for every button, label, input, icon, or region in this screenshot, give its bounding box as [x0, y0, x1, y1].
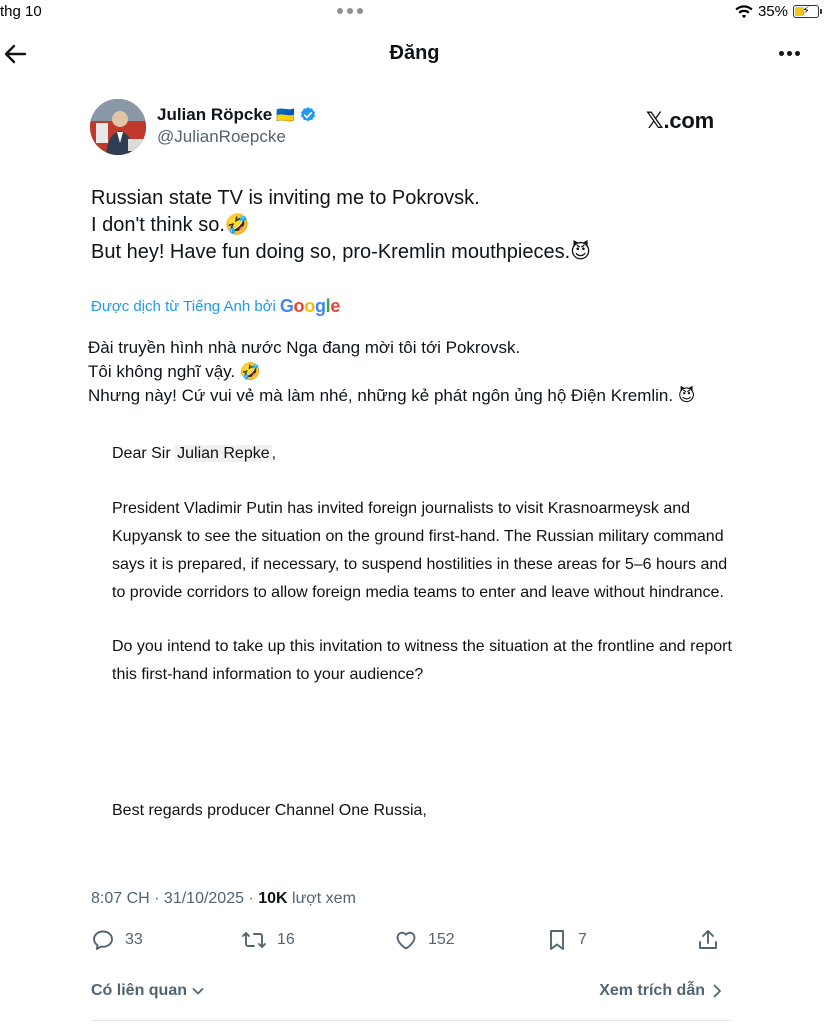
- related-dropdown[interactable]: Có liên quan: [91, 982, 205, 1000]
- repost-icon: [242, 932, 266, 948]
- tweet-actions: 33 16 152 7: [91, 928, 731, 958]
- like-icon: [396, 931, 416, 950]
- status-bar: thg 10 35% ⚡: [0, 0, 829, 26]
- views-label: lượt xem: [287, 890, 356, 907]
- tweet-author: Julian Röpcke 🇺🇦 @JulianRoepcke 𝕏.com: [90, 96, 730, 156]
- translated-line: Tôi không nghĩ vậy. 🤣: [88, 362, 261, 381]
- tweet-text: Russian state TV is inviting me to Pokro…: [91, 185, 731, 266]
- repost-count: 16: [277, 931, 295, 948]
- author-name-row[interactable]: Julian Röpcke 🇺🇦: [157, 105, 317, 125]
- letter-image[interactable]: Dear Sir Julian Repke, President Vladimi…: [112, 440, 732, 825]
- letter-paragraph-1: President Vladimir Putin has invited for…: [112, 500, 728, 601]
- translation-note-text: Được dịch từ Tiếng Anh bởi: [91, 298, 276, 315]
- chevron-down-icon: [192, 988, 204, 995]
- translated-text: Đài truyền hình nhà nước Nga đang mời tô…: [88, 336, 768, 408]
- letter-greeting: Dear Sir Julian Repke,: [112, 445, 277, 462]
- top-navigation: Đăng: [0, 30, 829, 78]
- like-button[interactable]: 152: [394, 928, 455, 952]
- tweet-line: I don't think so.🤣: [91, 214, 250, 236]
- divider: [91, 1020, 731, 1021]
- chevron-right-icon: [713, 984, 721, 998]
- bookmark-icon: [550, 930, 564, 950]
- verified-badge-icon: [300, 107, 316, 122]
- view-quotes-link[interactable]: Xem trích dẫn: [599, 982, 723, 1000]
- letter-name: Julian Repke: [175, 445, 272, 462]
- tweet-line: Russian state TV is inviting me to Pokro…: [91, 187, 480, 209]
- related-label: Có liên quan: [91, 982, 187, 999]
- bookmark-count: 7: [578, 931, 587, 948]
- reply-button[interactable]: 33: [91, 928, 143, 952]
- tweet-footer: Có liên quan Xem trích dẫn: [91, 980, 731, 1004]
- letter-signoff: Best regards producer Channel One Russia…: [112, 802, 427, 819]
- multitask-dots[interactable]: [337, 8, 363, 14]
- status-right: 35% ⚡: [735, 3, 822, 20]
- translation-note[interactable]: Được dịch từ Tiếng Anh bởi Google: [91, 296, 340, 317]
- source-watermark: 𝕏.com: [645, 108, 714, 133]
- letter-paragraph-2: Do you intend to take up this invitation…: [112, 638, 732, 683]
- tweet-line: But hey! Have fun doing so, pro-Kremlin …: [91, 241, 591, 263]
- share-button[interactable]: [696, 928, 720, 952]
- battery-icon: ⚡: [793, 5, 822, 18]
- like-count: 152: [428, 931, 455, 948]
- reply-icon: [93, 930, 113, 950]
- translated-line: Nhưng này! Cứ vui vẻ mà làm nhé, những k…: [88, 386, 696, 405]
- page-title: Đăng: [389, 42, 440, 64]
- google-logo: Google: [279, 296, 341, 316]
- quotes-label: Xem trích dẫn: [599, 982, 705, 999]
- flag-emoji: 🇺🇦: [276, 107, 295, 124]
- more-icon: [779, 50, 784, 56]
- wifi-icon: [735, 4, 753, 18]
- share-icon: [699, 930, 717, 949]
- bookmark-button[interactable]: 7: [546, 928, 587, 952]
- tweet-timestamp[interactable]: 8:07 CH · 31/10/2025 · 10K lượt xem: [91, 890, 356, 908]
- avatar[interactable]: [90, 99, 146, 155]
- author-name: Julian Röpcke: [157, 105, 273, 124]
- status-time: thg 10: [0, 3, 42, 20]
- author-handle[interactable]: @JulianRoepcke: [157, 127, 286, 147]
- reply-count: 33: [125, 931, 143, 948]
- repost-button[interactable]: 16: [241, 928, 295, 952]
- translated-line: Đài truyền hình nhà nước Nga đang mời tô…: [88, 338, 521, 357]
- battery-percent: 35%: [757, 3, 788, 20]
- views-count: 10K: [258, 890, 288, 907]
- more-options-button[interactable]: [779, 43, 803, 63]
